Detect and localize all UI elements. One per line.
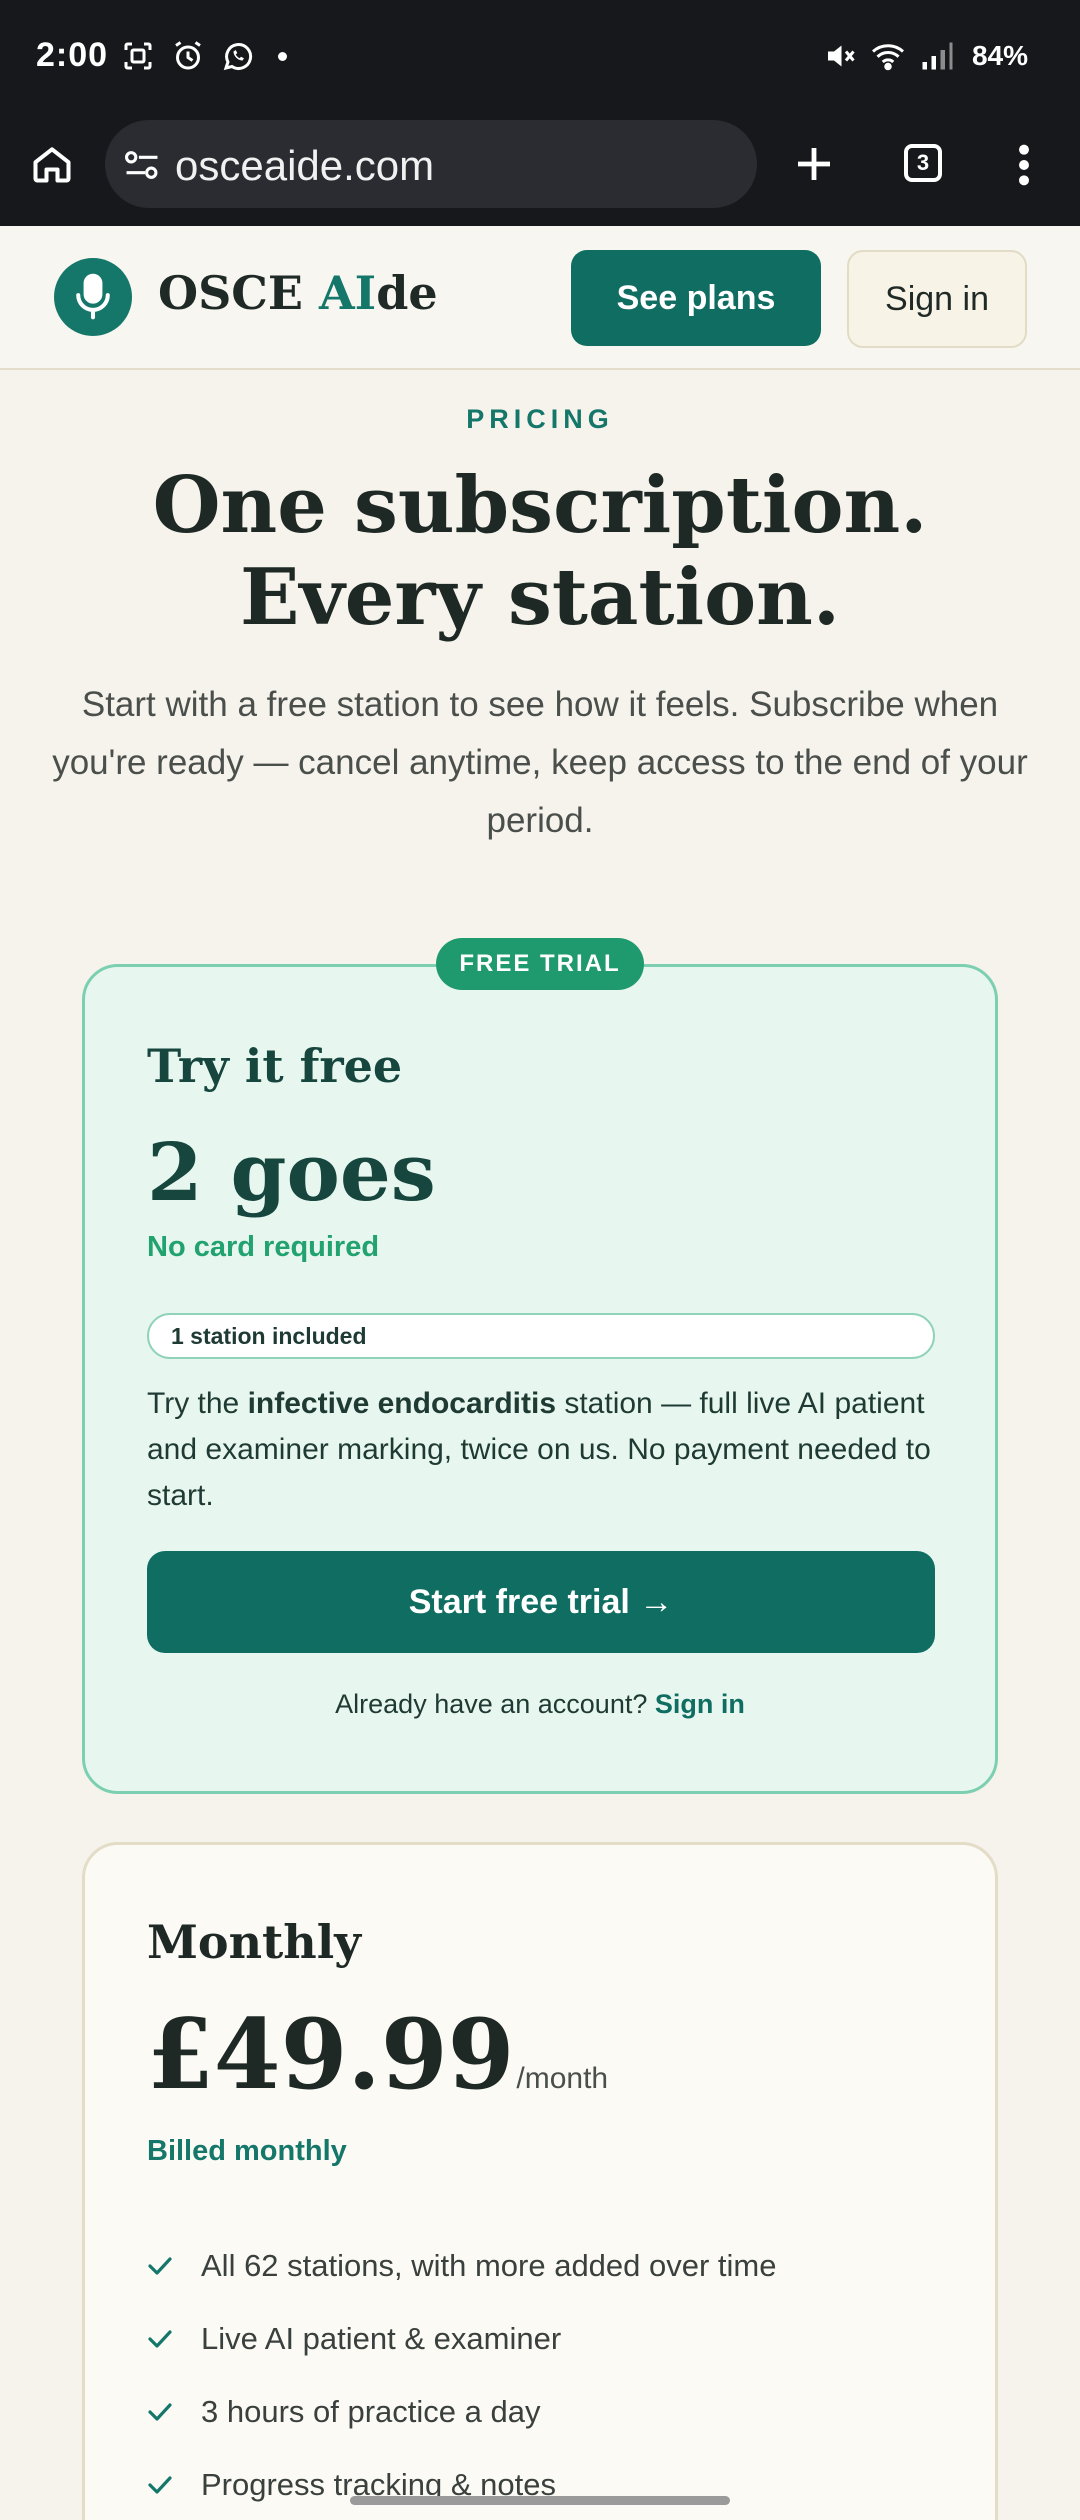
account-prompt: Already have an account? Sign in [335,1689,745,1719]
wifi-icon [871,44,904,71]
feature-list: All 62 stations, with more added over ti… [147,2229,777,2520]
gesture-home-bar[interactable] [350,2496,730,2505]
section-eyebrow: PRICING [466,404,614,434]
brand-suffix: de [376,266,438,320]
check-icon [148,2329,172,2348]
price-period: /month [516,2062,609,2095]
status-time: 2:00 [36,36,109,74]
notification-dot [278,51,287,61]
whatsapp-icon [223,43,253,71]
new-tab-icon[interactable] [790,140,838,188]
logo-mark[interactable] [54,258,132,336]
monthly-card-title: Monthly [147,1915,361,1969]
feature-text: All 62 stations, with more added over ti… [201,2247,777,2283]
address-bar[interactable]: osceaide.com [105,120,757,208]
battery-level: 84% [971,40,1028,71]
see-plans-button[interactable]: See plans [571,250,821,346]
home-icon[interactable] [30,142,74,186]
trial-card-title: Try it free [147,1039,403,1093]
page-subtitle: Start with a free station to see how it … [52,685,1028,840]
list-item: 3 hours of practice a day [147,2375,777,2448]
signal-icon [922,42,953,70]
check-icon [148,2475,172,2494]
list-item: All 62 stations, with more added over ti… [147,2229,777,2302]
feature-text: 3 hours of practice a day [201,2393,541,2429]
free-trial-card: Try it free 2 goes No card required 1 st… [82,964,998,1794]
browser-toolbar: osceaide.com 3 [0,112,1080,226]
screenshot-icon [124,42,152,70]
more-options-icon[interactable] [1016,142,1032,188]
microphone-icon [76,273,110,320]
sign-in-button[interactable]: Sign in [847,250,1027,348]
trial-description: Try the infective endocarditis station —… [147,1387,931,1512]
price-amount: £49.99 [147,1998,515,2111]
brand-prefix: OSCE [158,266,319,320]
trial-note: No card required [147,1231,380,1263]
site-header: OSCE AIde See plans Sign in [0,226,1080,370]
page-title: One subscription. Every station. [152,460,928,643]
check-icon [148,2402,172,2421]
sign-in-link[interactable]: Sign in [655,1689,745,1719]
monthly-plan-card: Monthly £49.99 /month Billed monthly All… [82,1842,998,2520]
station-name: infective endocarditis [247,1387,557,1420]
site-settings-icon[interactable] [123,148,161,182]
brand-accent: AI [318,266,377,320]
monthly-price: £49.99 /month [147,2005,608,2105]
status-bar: 2:00 84% [0,0,1080,112]
start-free-trial-button[interactable]: Start free trial → [147,1551,935,1653]
tab-switcher-button[interactable]: 3 [904,144,942,182]
free-trial-badge: FREE TRIAL [436,938,644,990]
list-item: Live AI patient & examiner [147,2302,777,2375]
trial-amount: 2 goes [147,1125,436,1219]
billing-frequency: Billed monthly [147,2135,347,2167]
feature-text: Live AI patient & examiner [201,2320,562,2356]
brand-name[interactable]: OSCE AIde [158,266,438,320]
list-item: Progress tracking & notes [147,2448,777,2520]
mute-icon [827,45,855,67]
check-icon [148,2256,172,2275]
url-text[interactable]: osceaide.com [175,142,434,190]
stations-included-badge: 1 station included [147,1313,935,1359]
alarm-icon [175,41,201,70]
